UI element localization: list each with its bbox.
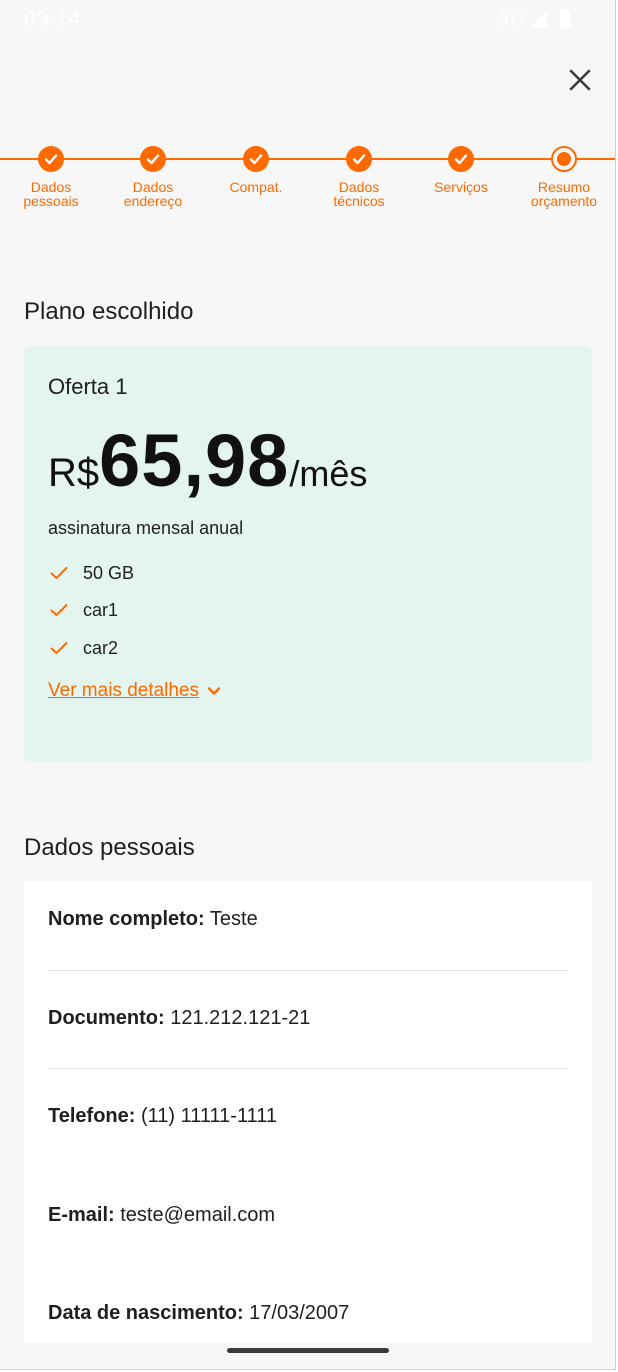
step-servicos[interactable]: Serviços (409, 146, 513, 194)
step-label: Dados pessoais (23, 179, 79, 209)
field-email: E-mail: teste@email.com (48, 1204, 568, 1227)
app-screen: 09:14 5G Dados pessoais Dados endereço C… (0, 0, 616, 1370)
field-label: Nome completo: (48, 908, 205, 930)
field-documento: Documento: 121.212.121-21 (48, 1007, 568, 1030)
check-icon (352, 154, 366, 165)
step-label: Dados técnicos (333, 179, 385, 209)
battery-icon (560, 10, 571, 29)
step-done-indicator (140, 146, 166, 172)
field-value: 17/03/2007 (249, 1302, 350, 1324)
check-icon (50, 567, 68, 579)
step-done-indicator (243, 146, 269, 172)
feature-item: 50 GB (48, 561, 134, 585)
status-bar: 09:14 5G (0, 0, 615, 40)
price: R$65,98/mês (48, 418, 367, 503)
status-time: 09:14 (24, 8, 82, 30)
field-value: 121.212.121-21 (170, 1007, 311, 1029)
field-data-nascimento: Data de nascimento: 17/03/2007 (48, 1302, 568, 1325)
price-value: 65,98 (99, 419, 290, 502)
step-current-indicator (551, 146, 577, 172)
close-button[interactable] (562, 62, 598, 98)
step-resumo-orcamento[interactable]: Resumo orçamento (512, 146, 615, 209)
personal-section-title: Dados pessoais (24, 834, 195, 861)
network-type: 5G (498, 8, 525, 30)
check-icon (50, 642, 68, 654)
step-compat[interactable]: Compat. (204, 146, 308, 194)
divider (48, 1068, 568, 1069)
field-value: (11) 11111-1111 (140, 1105, 277, 1127)
price-currency: R$ (48, 451, 100, 495)
check-icon (146, 154, 160, 165)
field-label: Documento: (48, 1007, 165, 1029)
price-period: /mês (289, 453, 368, 494)
check-icon (454, 154, 468, 165)
step-done-indicator (448, 146, 474, 172)
plan-section-title: Plano escolhido (24, 298, 194, 325)
feature-item: car1 (48, 598, 118, 622)
plan-subtitle: assinatura mensal anual (48, 518, 244, 538)
step-label: Resumo orçamento (530, 179, 598, 209)
feature-item: car2 (48, 636, 118, 660)
field-value: teste@email.com (120, 1204, 276, 1226)
step-label: Dados endereço (123, 179, 183, 209)
offer-title: Oferta 1 (48, 374, 128, 399)
step-dados-tecnicos[interactable]: Dados técnicos (307, 146, 411, 208)
check-icon (50, 604, 68, 616)
chevron-down-icon (207, 687, 221, 695)
personal-data-card: Nome completo: Teste Documento: 121.212.… (24, 882, 592, 1342)
feature-label: 50 GB (83, 562, 135, 583)
plan-card: Oferta 1 R$65,98/mês assinatura mensal a… (24, 346, 592, 762)
step-dados-endereco[interactable]: Dados endereço (101, 146, 205, 208)
close-icon (569, 69, 591, 91)
step-done-indicator (346, 146, 372, 172)
check-icon (44, 154, 58, 165)
divider (48, 970, 568, 971)
step-label: Serviços (434, 179, 488, 195)
more-details-link[interactable]: Ver mais detalhes (48, 680, 223, 702)
feature-label: car1 (83, 599, 119, 620)
field-label: Telefone: (48, 1105, 136, 1127)
step-dados-pessoais[interactable]: Dados pessoais (0, 146, 103, 208)
step-done-indicator (38, 146, 64, 172)
progress-stepper: Dados pessoais Dados endereço Compat. Dado… (0, 146, 615, 236)
step-label: Compat. (229, 179, 283, 195)
signal-icon (530, 11, 547, 28)
field-value: Teste (209, 908, 258, 930)
field-label: E-mail: (48, 1204, 115, 1226)
field-telefone: Telefone: (11) 11111-1111 (48, 1105, 568, 1128)
check-icon (249, 154, 263, 165)
field-label: Data de nascimento: (48, 1302, 244, 1324)
field-nome-completo: Nome completo: Teste (48, 908, 568, 931)
home-indicator[interactable] (227, 1348, 389, 1353)
feature-label: car2 (83, 637, 119, 658)
more-details-label: Ver mais detalhes (48, 680, 200, 701)
